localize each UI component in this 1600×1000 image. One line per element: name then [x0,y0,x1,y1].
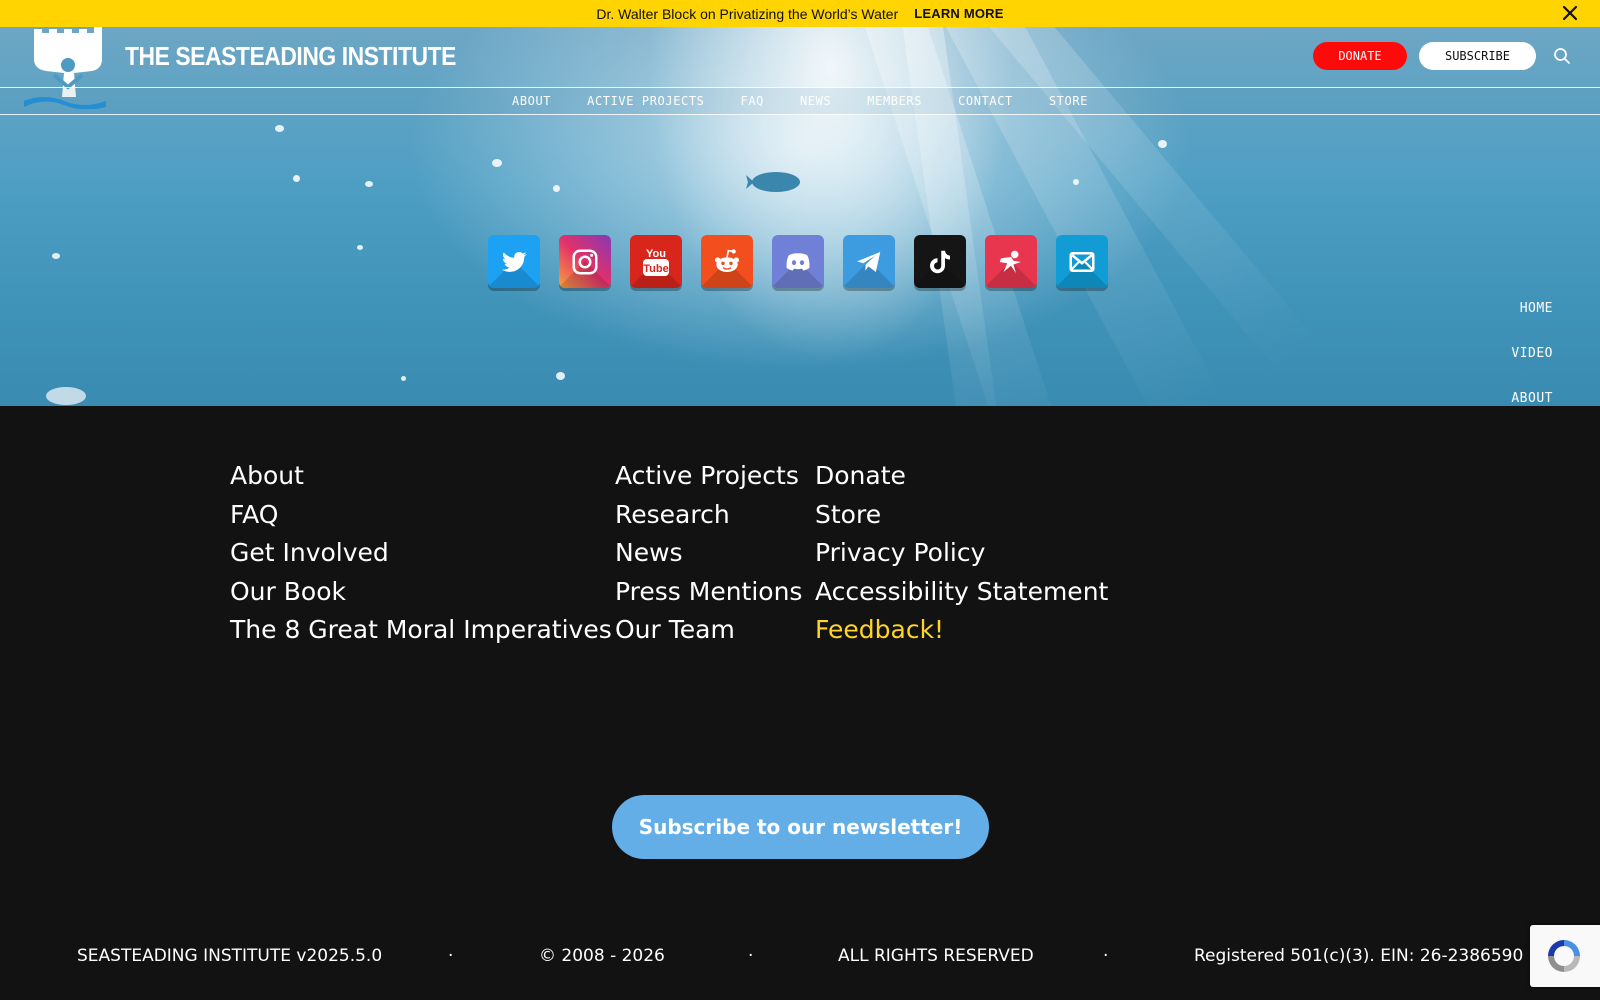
section-nav-home[interactable]: HOME [1433,301,1553,346]
bubble [556,372,565,380]
bubble [293,175,300,182]
footer-link-moral-imperatives[interactable]: The 8 Great Moral Imperatives [230,614,612,653]
bubble [1158,140,1167,148]
bubble [52,253,60,259]
recaptcha-icon [1548,940,1580,972]
subscribe-button[interactable]: SUBSCRIBE [1419,42,1536,70]
footer-bottom-bar: SEASTEADING INSTITUTE v2025.5.0 · © 2008… [0,946,1600,974]
twitter-link[interactable] [488,235,540,288]
footer-version: SEASTEADING INSTITUTE v2025.5.0 [77,946,383,966]
footer-link-our-book[interactable]: Our Book [230,576,612,615]
instagram-link[interactable] [559,235,611,288]
discord-icon [786,252,810,271]
section-nav-video[interactable]: VIDEO [1433,346,1553,391]
bubble [46,387,86,405]
email-icon [1069,251,1095,272]
close-icon[interactable] [1560,3,1580,23]
instagram-icon [572,249,598,274]
bubble [1073,179,1079,185]
site-header: THE SEASTEADING INSTITUTE DONATE SUBSCRI… [0,27,1600,109]
footer-separator: · [1103,946,1109,966]
nav-item-news[interactable]: NEWS [800,94,831,108]
footer-link-news[interactable]: News [615,537,802,576]
announcement-text: Dr. Walter Block on Privatizing the Worl… [596,5,899,22]
search-icon[interactable] [1553,47,1571,65]
main-nav: ABOUT ACTIVE PROJECTS FAQ NEWS MEMBERS C… [0,87,1600,115]
section-nav-about[interactable]: ABOUT [1433,391,1553,406]
donate-button[interactable]: DONATE [1313,42,1407,70]
bubble [275,125,284,132]
footer-link-feedback[interactable]: Feedback! [815,614,1108,653]
reddit-icon [715,248,739,272]
fish-silhouette [746,172,800,192]
footer-link-press-mentions[interactable]: Press Mentions [615,576,802,615]
bubble [365,181,373,187]
svg-text:You: You [646,248,666,260]
section-nav: HOME VIDEO ABOUT [1433,301,1553,406]
bubble [357,245,363,250]
discord-link[interactable] [772,235,824,288]
footer-link-get-involved[interactable]: Get Involved [230,537,612,576]
youtube-link[interactable]: You Tube [630,235,682,288]
recaptcha-badge[interactable] [1530,925,1600,987]
nav-item-faq[interactable]: FAQ [741,94,764,108]
footer-column-1: About FAQ Get Involved Our Book The 8 Gr… [230,460,612,653]
telegram-icon [857,251,881,272]
learn-more-link[interactable]: LEARN MORE [914,6,1003,21]
footer-link-active-projects[interactable]: Active Projects [615,460,802,499]
nav-item-about[interactable]: ABOUT [512,94,551,108]
youtube-icon: You Tube [643,248,669,276]
tiktok-icon [930,250,950,273]
svg-text:Tube: Tube [643,263,668,275]
hero-section: THE SEASTEADING INSTITUTE DONATE SUBSCRI… [0,27,1600,406]
nav-item-members[interactable]: MEMBERS [867,94,922,108]
tiktok-link[interactable] [914,235,966,288]
telegram-link[interactable] [843,235,895,288]
footer-column-3: Donate Store Privacy Policy Accessibilit… [815,460,1108,653]
announcement-bar: Dr. Walter Block on Privatizing the Worl… [0,0,1600,27]
social-links: You Tube [488,235,1108,288]
footer-separator: · [448,946,454,966]
footer-link-accessibility[interactable]: Accessibility Statement [815,576,1108,615]
email-link[interactable] [1056,235,1108,288]
footer-column-2: Active Projects Research News Press Ment… [615,460,802,653]
bubble [492,159,502,167]
footer-copyright: © 2008 - 2026 [539,946,665,966]
newsletter-subscribe-button[interactable]: Subscribe to our newsletter! [612,795,989,859]
footer-link-donate[interactable]: Donate [815,460,1108,499]
footer-registration: Registered 501(c)(3). EIN: 26-2386590 [1194,946,1524,966]
footer-link-privacy-policy[interactable]: Privacy Policy [815,537,1108,576]
reddit-link[interactable] [701,235,753,288]
patreon-icon [999,250,1021,273]
footer-separator: · [748,946,754,966]
nav-item-store[interactable]: STORE [1049,94,1088,108]
bubble [553,185,560,192]
footer-link-faq[interactable]: FAQ [230,499,612,538]
twitter-icon [502,251,527,272]
nav-item-active-projects[interactable]: ACTIVE PROJECTS [587,94,704,108]
footer-link-research[interactable]: Research [615,499,802,538]
footer-link-our-team[interactable]: Our Team [615,614,802,653]
bubble [401,376,406,381]
site-brand[interactable]: THE SEASTEADING INSTITUTE [125,41,456,72]
nav-item-contact[interactable]: CONTACT [958,94,1013,108]
footer-link-about[interactable]: About [230,460,612,499]
footer-link-store[interactable]: Store [815,499,1108,538]
footer-rights: ALL RIGHTS RESERVED [838,946,1034,966]
patreon-link[interactable] [985,235,1037,288]
